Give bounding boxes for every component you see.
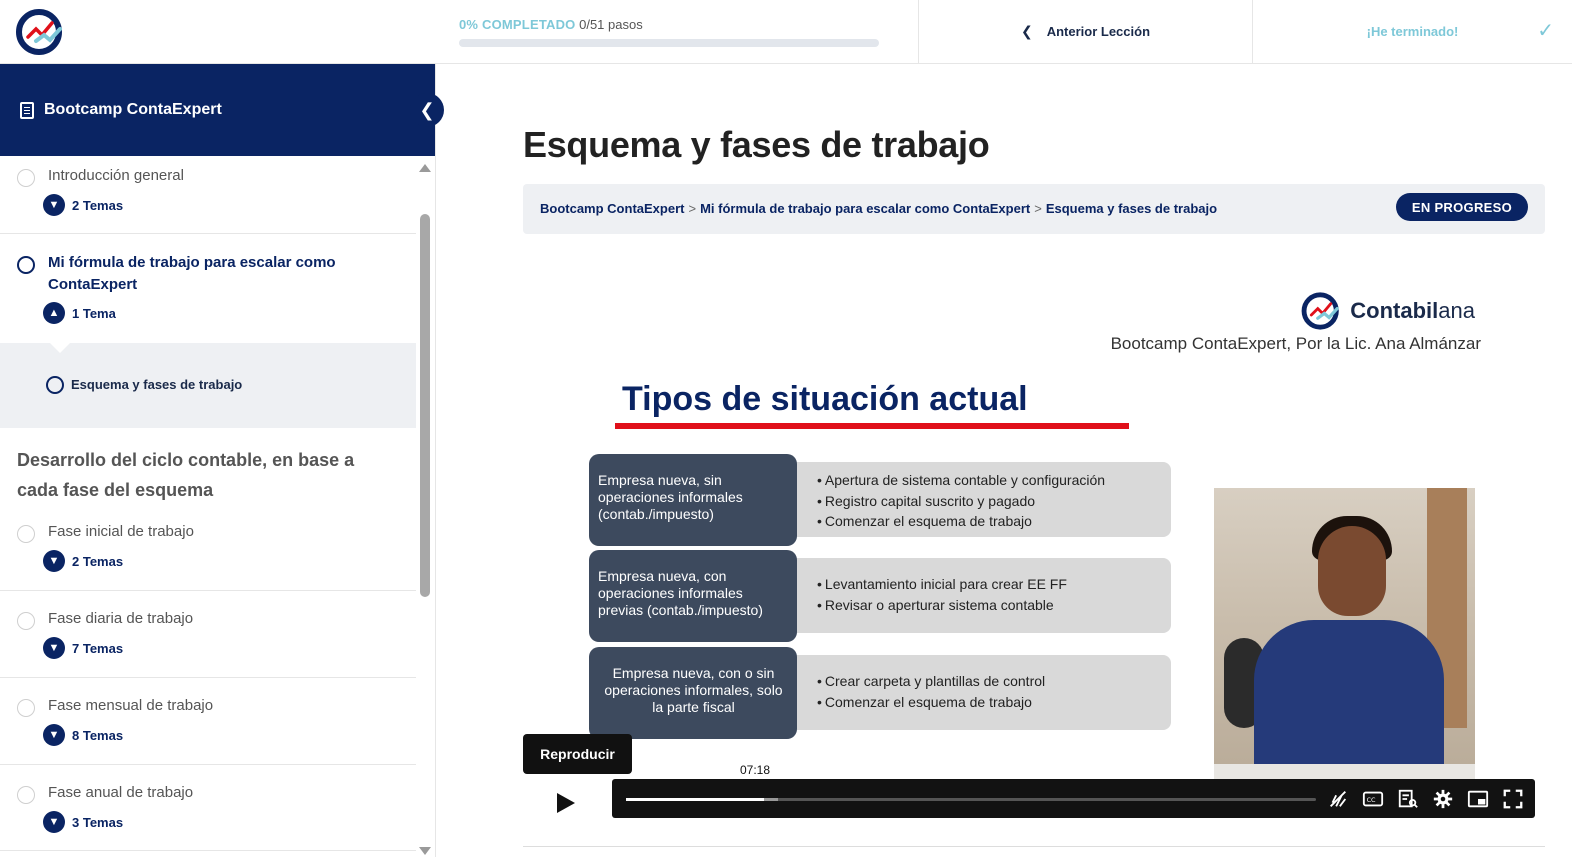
topic-item-current[interactable]: Esquema y fases de trabajo: [71, 377, 242, 392]
slide-row-label: Empresa nueva, con operaciones informale…: [589, 550, 797, 642]
course-progress: 0% COMPLETADO 0/51 pasos: [459, 17, 879, 47]
lesson-title[interactable]: Mi fórmula de trabajo para escalar como …: [48, 252, 388, 296]
topic-status-circle-icon: [46, 376, 64, 394]
slide-row: Levantamiento inicial para crear EE FF R…: [589, 550, 1171, 642]
slide-title: Tipos de situación actual: [622, 380, 1028, 418]
status-badge: EN PROGRESO: [1395, 193, 1528, 221]
topic-list: Esquema y fases de trabajo: [0, 343, 416, 428]
progress-percent: 0% COMPLETADO: [459, 17, 576, 32]
slide-brand: Contabilana: [1300, 290, 1475, 332]
lesson-title[interactable]: Fase anual de trabajo: [48, 782, 193, 804]
content-divider: [523, 846, 1545, 847]
chevron-left-icon: ❮: [1020, 23, 1033, 39]
top-bar: 0% COMPLETADO 0/51 pasos ❮ Anterior Lecc…: [0, 0, 1572, 64]
section-heading: Desarrollo del ciclo contable, en base a…: [17, 450, 355, 500]
progress-steps: 0/51 pasos: [579, 17, 643, 32]
collapse-sidebar-button[interactable]: ❮: [410, 93, 444, 127]
lesson-item[interactable]: Fase diaria de trabajo ▼ 7 Temas: [0, 591, 416, 678]
chevron-down-icon: ▼: [43, 194, 65, 216]
check-icon: ✓: [1537, 20, 1554, 42]
topics-toggle[interactable]: ▼ 8 Temas: [43, 724, 123, 746]
topics-toggle[interactable]: ▼ 2 Temas: [43, 194, 123, 216]
lesson-status-circle-icon: [17, 612, 35, 630]
breadcrumb-link-lesson[interactable]: Mi fórmula de trabajo para escalar como …: [700, 201, 1030, 216]
scroll-down-arrow-icon[interactable]: [419, 847, 431, 855]
lesson-title[interactable]: Fase inicial de trabajo: [48, 521, 194, 543]
lesson-title[interactable]: Fase mensual de trabajo: [48, 695, 213, 717]
svg-text:CC: CC: [1367, 796, 1376, 804]
video-controls: 07:18 CC: [612, 761, 1535, 818]
captions-icon[interactable]: CC: [1361, 787, 1385, 811]
scrollbar-thumb[interactable]: [420, 214, 430, 597]
transcript-icon[interactable]: [1396, 787, 1420, 811]
lesson-item[interactable]: Fase mensual de trabajo ▼ 8 Temas: [0, 678, 416, 765]
topics-toggle[interactable]: ▲ 1 Tema: [43, 302, 116, 324]
play-tooltip: Reproducir: [523, 734, 632, 774]
chevron-left-icon: ❮: [419, 99, 435, 120]
breadcrumb-separator: >: [1034, 201, 1042, 216]
slide-byline: Bootcamp ContaExpert, Por la Lic. Ana Al…: [1110, 334, 1481, 353]
lesson-status-circle-icon: [17, 699, 35, 717]
sidebar-scrollbar[interactable]: [418, 164, 432, 857]
fullscreen-icon[interactable]: [1501, 787, 1525, 811]
course-sidebar: Bootcamp ContaExpert Introducción genera…: [0, 64, 436, 857]
topics-toggle[interactable]: ▼ 3 Temas: [43, 811, 123, 833]
previous-lesson-button[interactable]: ❮ Anterior Lección: [918, 0, 1252, 63]
chevron-down-icon: ▼: [43, 811, 65, 833]
contabiliana-logo[interactable]: [14, 7, 66, 57]
brand-name-light: ana: [1438, 298, 1475, 323]
topics-toggle[interactable]: ▼ 7 Temas: [43, 637, 123, 659]
picture-in-picture-icon[interactable]: [1466, 787, 1490, 811]
chevron-down-icon: ▼: [43, 550, 65, 572]
lesson-item[interactable]: Fase anual de trabajo ▼ 3 Temas: [0, 765, 416, 851]
previous-lesson-label: Anterior Lección: [1046, 24, 1151, 39]
slide-row: Apertura de sistema contable y configura…: [589, 454, 1171, 546]
breadcrumb: Bootcamp ContaExpert > Mi fórmula de traba…: [523, 184, 1545, 234]
brand-name-bold: Contabil: [1350, 298, 1439, 323]
lesson-status-circle-icon: [17, 256, 35, 274]
chevron-down-icon: ▼: [43, 724, 65, 746]
breadcrumb-link-course[interactable]: Bootcamp ContaExpert: [540, 201, 684, 216]
breadcrumb-separator: >: [688, 201, 697, 216]
breadcrumb-link-topic[interactable]: Esquema y fases de trabajo: [1046, 201, 1217, 216]
topics-toggle[interactable]: ▼ 2 Temas: [43, 550, 123, 572]
lesson-title[interactable]: Introducción general: [48, 165, 184, 187]
video-player[interactable]: Contabilana Bootcamp ContaExpert, Por la…: [523, 272, 1535, 818]
slide-row-label: Empresa nueva, sin operaciones informale…: [589, 454, 797, 546]
play-icon: [557, 793, 575, 813]
progress-bar: [459, 39, 879, 47]
slide-row-label: Empresa nueva, con o sin operaciones inf…: [589, 647, 797, 739]
lesson-item[interactable]: Fase inicial de trabajo ▼ 2 Temas: [0, 512, 416, 591]
settings-gear-icon[interactable]: [1431, 787, 1455, 811]
presenter-video-frame: [1214, 488, 1475, 780]
book-icon: [20, 101, 34, 119]
lesson-item[interactable]: Introducción general ▼ 2 Temas: [0, 156, 416, 234]
page-title: Esquema y fases de trabajo: [523, 124, 990, 165]
video-scrubber[interactable]: [626, 798, 1316, 801]
lesson-item-active[interactable]: Mi fórmula de trabajo para escalar como …: [0, 234, 416, 343]
course-title[interactable]: Bootcamp ContaExpert: [44, 101, 222, 119]
chevron-down-icon: ▼: [43, 637, 65, 659]
lesson-status-circle-icon: [17, 169, 35, 187]
contabiliana-logo: [1301, 292, 1340, 330]
slide-row: Crear carpeta y plantillas de control Co…: [589, 647, 1171, 739]
scrubber-played: [626, 798, 764, 801]
scrub-time-tooltip: 07:18: [734, 761, 777, 779]
scroll-up-arrow-icon[interactable]: [419, 164, 431, 172]
slide-title-underline: [615, 423, 1129, 429]
chevron-up-icon: ▲: [43, 302, 65, 324]
lesson-status-circle-icon: [17, 525, 35, 543]
lesson-status-circle-icon: [17, 786, 35, 804]
speed-icon[interactable]: [1326, 787, 1350, 811]
lesson-title[interactable]: Fase diaria de trabajo: [48, 608, 193, 630]
play-button[interactable]: [551, 788, 581, 818]
mark-complete-button[interactable]: ¡He terminado! ✓: [1252, 0, 1572, 63]
sidebar-header: Bootcamp ContaExpert: [0, 64, 435, 156]
mark-complete-label: ¡He terminado!: [1366, 24, 1459, 39]
